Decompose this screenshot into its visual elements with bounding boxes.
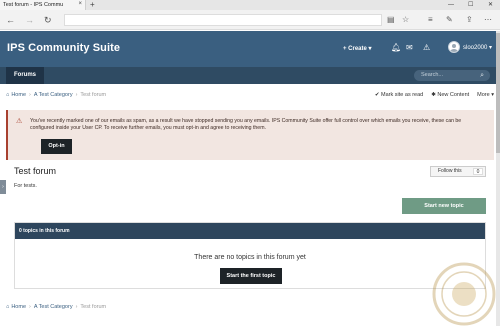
topics-count-header: 0 topics in this forum (15, 223, 485, 239)
hub-icon[interactable]: ≡ (428, 14, 433, 26)
search-placeholder: Search... (421, 72, 444, 78)
reader-view-icon[interactable]: ▤ (387, 14, 395, 26)
watermark-seal-icon (432, 262, 496, 326)
breadcrumb-current: Test forum (80, 304, 107, 310)
search-icon[interactable]: ⌕ (480, 70, 484, 81)
chevron-right-icon: › (29, 92, 31, 98)
follow-label: Follow this (438, 168, 462, 174)
spam-notice: ⚠ You've recently marked one of our emai… (6, 110, 494, 160)
start-first-topic-button[interactable]: Start the first topic (220, 268, 282, 284)
forum-description: For tests. (14, 183, 37, 189)
avatar (448, 41, 460, 53)
tab-close-icon[interactable]: × (78, 1, 82, 7)
warning-icon: ⚠ (16, 118, 23, 125)
site-title[interactable]: IPS Community Suite (7, 42, 120, 54)
minimize-icon[interactable]: — (448, 0, 454, 10)
window-close-icon[interactable]: ✕ (488, 0, 493, 10)
new-content-label: New Content (437, 92, 470, 98)
opt-in-button[interactable]: Opt-in (41, 139, 72, 154)
favorite-star-icon[interactable]: ☆ (402, 14, 409, 26)
empty-topics-message: There are no topics in this forum yet (194, 254, 306, 261)
home-icon: ⌂ (6, 304, 10, 310)
side-panel-toggle-icon[interactable]: › (0, 180, 6, 194)
breadcrumb: ⌂ Home › A Test Category › Test forum ✔ … (6, 88, 494, 102)
search-input[interactable]: Search... ⌕ (414, 70, 490, 81)
browser-toolbar: ← → ↻ ▤ ☆ ≡ ✎ ⇪ ⋯ (0, 10, 500, 30)
notifications-bell-icon[interactable]: 🔔︎ (391, 43, 401, 52)
maximize-icon[interactable]: ☐ (468, 0, 473, 10)
home-icon: ⌂ (6, 92, 10, 98)
chevron-right-icon: › (29, 304, 31, 310)
create-button[interactable]: + Create ▾ (343, 45, 372, 52)
more-menu-link[interactable]: More ▾ (477, 92, 494, 98)
page-title: Test forum (14, 166, 57, 176)
pen-icon[interactable]: ✎ (446, 14, 453, 26)
username: sloo2000 ▾ (463, 44, 493, 51)
tab-forums[interactable]: Forums (6, 67, 45, 84)
browser-tab[interactable]: Test forum - IPS Commu × (0, 0, 86, 10)
breadcrumb-current: Test forum (80, 92, 107, 98)
new-content-link[interactable]: ✱ New Content (431, 92, 469, 98)
breadcrumb-bottom: ⌂ Home › A Test Category › Test forum (6, 300, 494, 314)
chevron-right-icon: › (75, 304, 78, 310)
site-nav: Forums Search... ⌕ (0, 67, 500, 84)
follow-count-badge: 0 (473, 168, 483, 175)
browser-tab-bar: Test forum - IPS Commu × + — ☐ ✕ (0, 0, 500, 10)
topics-list: 0 topics in this forum There are no topi… (14, 222, 486, 289)
chevron-down-icon: ▾ (489, 92, 494, 98)
new-tab-button[interactable]: + (90, 0, 95, 10)
mark-read-link[interactable]: ✔ Mark site as read (375, 92, 423, 98)
breadcrumb-category[interactable]: A Test Category (34, 304, 73, 310)
share-icon[interactable]: ⇪ (466, 14, 473, 26)
site-header: IPS Community Suite + Create ▾ 🔔︎ ✉ ⚠ sl… (0, 31, 500, 67)
follow-button[interactable]: Follow this 0 (430, 166, 486, 177)
mark-read-label: Mark site as read (381, 92, 424, 98)
back-icon[interactable]: ← (6, 14, 15, 26)
scrollbar[interactable] (496, 31, 500, 326)
messages-envelope-icon[interactable]: ✉ (406, 43, 413, 52)
breadcrumb-actions: ✔ Mark site as read ✱ New Content More ▾ (375, 88, 494, 102)
more-label: More (477, 92, 490, 98)
breadcrumb-category[interactable]: A Test Category (34, 92, 73, 98)
browser-tab-title: Test forum - IPS Commu (3, 2, 64, 8)
address-input[interactable] (64, 14, 382, 26)
start-new-topic-button[interactable]: Start new topic (402, 198, 486, 214)
refresh-icon[interactable]: ↻ (44, 14, 52, 26)
breadcrumb-home[interactable]: Home (11, 304, 26, 310)
notice-text: You've recently marked one of our emails… (30, 118, 462, 131)
warning-icon[interactable]: ⚠ (423, 43, 430, 52)
user-menu[interactable]: sloo2000 ▾ (448, 41, 492, 53)
breadcrumb-home[interactable]: Home (11, 92, 26, 98)
forward-icon[interactable]: → (25, 14, 34, 26)
more-icon[interactable]: ⋯ (484, 14, 492, 26)
chevron-right-icon: › (75, 92, 78, 98)
scrollbar-thumb[interactable] (496, 33, 500, 153)
